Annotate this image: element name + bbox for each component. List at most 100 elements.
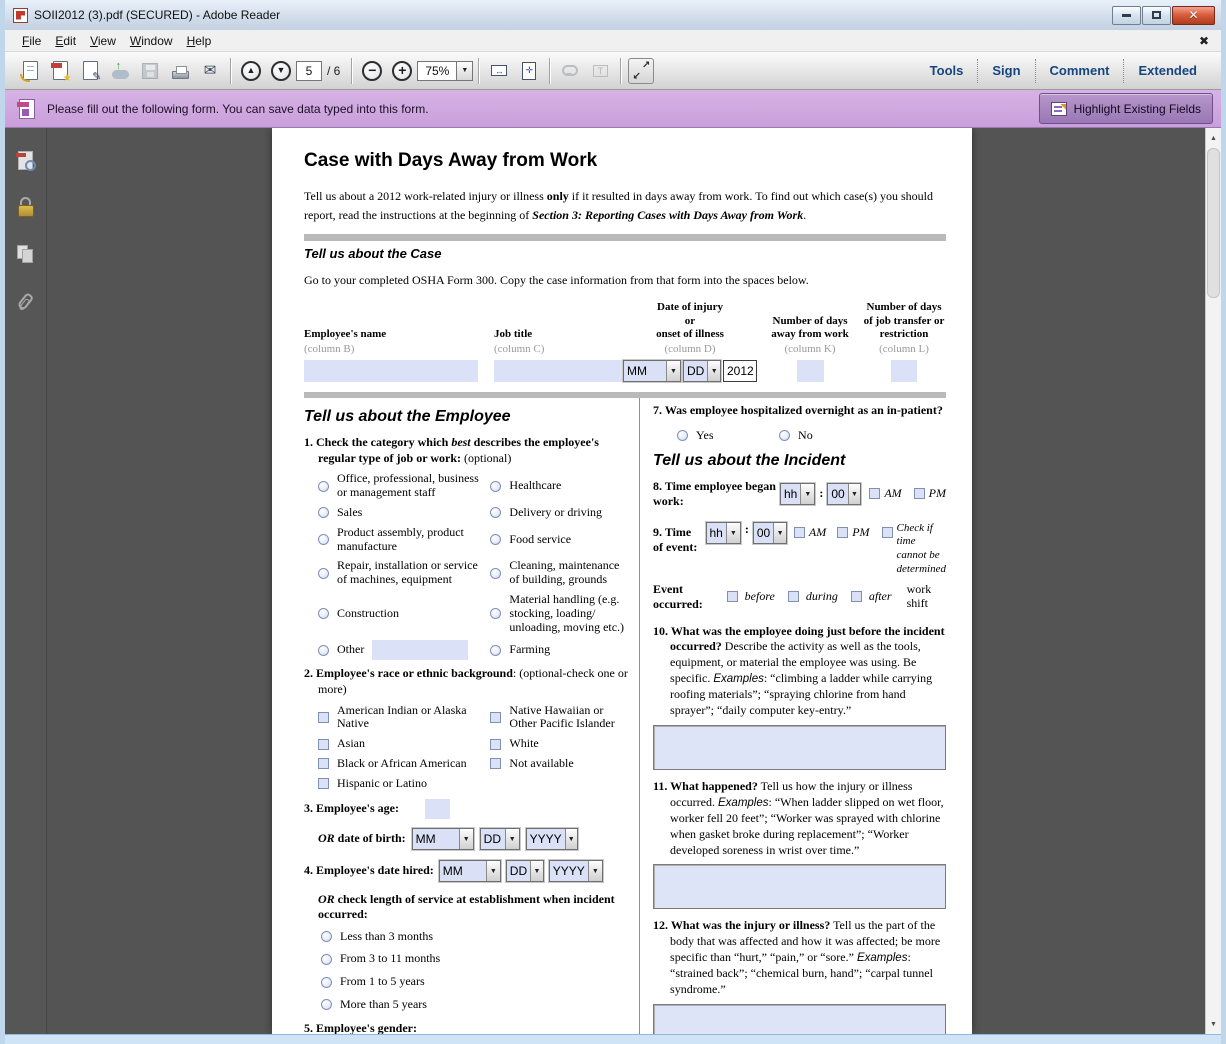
page-number-input[interactable]: 5 bbox=[296, 61, 322, 81]
radio-less-3-months[interactable] bbox=[321, 931, 332, 942]
checkbox-time-undetermined[interactable] bbox=[882, 527, 893, 538]
menu-help[interactable]: Help bbox=[180, 32, 219, 50]
radio-q7-no[interactable] bbox=[779, 430, 790, 441]
scrollbar-thumb[interactable] bbox=[1207, 148, 1220, 298]
security-settings-button[interactable] bbox=[13, 195, 39, 219]
what-happened-textarea[interactable] bbox=[653, 864, 946, 909]
close-button[interactable]: ✕ bbox=[1172, 6, 1215, 25]
checkbox-white[interactable] bbox=[490, 739, 501, 750]
radio-sales[interactable] bbox=[318, 507, 329, 518]
checkbox-american-indian[interactable] bbox=[318, 712, 329, 723]
save-disk-icon bbox=[142, 63, 158, 79]
checkbox-hispanic-latino[interactable] bbox=[318, 778, 329, 789]
zoom-level-input[interactable]: 75% bbox=[417, 61, 457, 81]
checkbox-q9-am[interactable] bbox=[794, 527, 805, 538]
close-document-icon[interactable]: ✖ bbox=[1195, 34, 1213, 48]
fullscreen-button[interactable]: ↗↙ bbox=[627, 57, 655, 85]
birth-year-select[interactable]: YYYY▼ bbox=[526, 828, 578, 850]
checkbox-q9-pm[interactable] bbox=[837, 527, 848, 538]
checkbox-asian[interactable] bbox=[318, 739, 329, 750]
scroll-up-icon[interactable]: ▲ bbox=[1206, 130, 1221, 146]
highlight-existing-fields-button[interactable]: Highlight Existing Fields bbox=[1039, 93, 1213, 124]
age-field[interactable] bbox=[425, 799, 450, 819]
radio-healthcare[interactable] bbox=[490, 481, 501, 492]
tab-extended[interactable]: Extended bbox=[1124, 59, 1211, 82]
event-minute-select[interactable]: 00▼ bbox=[753, 522, 787, 544]
attachments-button[interactable] bbox=[13, 289, 39, 313]
injury-month-select[interactable]: MM▼ bbox=[623, 360, 681, 382]
began-hour-select[interactable]: hh▼ bbox=[780, 483, 815, 505]
print-button[interactable] bbox=[166, 57, 194, 85]
began-minute-select[interactable]: 00▼ bbox=[827, 483, 861, 505]
restore-button[interactable] bbox=[1142, 6, 1171, 25]
radio-cleaning-maintenance[interactable] bbox=[490, 568, 501, 579]
menu-edit[interactable]: Edit bbox=[48, 32, 83, 50]
injury-year-field[interactable]: 2012 bbox=[723, 360, 757, 382]
days-away-field[interactable] bbox=[797, 360, 824, 382]
radio-repair-installation[interactable] bbox=[318, 568, 329, 579]
scroll-down-icon[interactable]: ▼ bbox=[1206, 1016, 1221, 1032]
radio-material-handling[interactable] bbox=[490, 608, 501, 619]
checkbox-during-shift[interactable] bbox=[788, 591, 799, 602]
tab-sign[interactable]: Sign bbox=[978, 59, 1034, 82]
vertical-scrollbar[interactable]: ▲ ▼ bbox=[1205, 128, 1221, 1034]
checkbox-native-hawaiian[interactable] bbox=[490, 712, 501, 723]
zoom-out-button[interactable]: − bbox=[358, 57, 386, 85]
sign-document-button[interactable]: ✎ bbox=[76, 57, 104, 85]
hired-month-select[interactable]: MM▼ bbox=[439, 860, 501, 882]
radio-construction[interactable] bbox=[318, 608, 329, 619]
previous-page-button[interactable]: ▲ bbox=[237, 57, 265, 85]
toolbar-separator bbox=[230, 58, 231, 84]
upload-cloud-button[interactable]: ↑ bbox=[106, 57, 134, 85]
radio-farming[interactable] bbox=[490, 645, 501, 656]
radio-product-assembly[interactable] bbox=[318, 534, 329, 545]
injury-day-select[interactable]: DD▼ bbox=[683, 360, 721, 382]
save-button[interactable] bbox=[136, 57, 164, 85]
checkbox-before-shift[interactable] bbox=[727, 591, 738, 602]
incident-section-heading: Tell us about the Incident bbox=[653, 452, 946, 470]
email-button[interactable]: ✉ bbox=[196, 57, 224, 85]
menu-window[interactable]: Window bbox=[123, 32, 180, 50]
page-thumbnails-button[interactable] bbox=[13, 148, 39, 172]
text-annotation-button[interactable]: T bbox=[586, 57, 614, 85]
radio-delivery-driving[interactable] bbox=[490, 507, 501, 518]
hired-year-select[interactable]: YYYY▼ bbox=[549, 860, 603, 882]
tab-comment[interactable]: Comment bbox=[1036, 59, 1124, 82]
fit-page-button[interactable]: ✛ bbox=[515, 57, 543, 85]
menu-view[interactable]: View bbox=[83, 32, 123, 50]
chevron-down-icon: ▼ bbox=[461, 67, 468, 74]
radio-1-5-years[interactable] bbox=[321, 977, 332, 988]
checkbox-black-african-american[interactable] bbox=[318, 758, 329, 769]
checkbox-not-available[interactable] bbox=[490, 758, 501, 769]
radio-more-5-years[interactable] bbox=[321, 999, 332, 1010]
pages-panel-button[interactable] bbox=[13, 242, 39, 266]
create-pdf-button[interactable]: ★ bbox=[46, 57, 74, 85]
zoom-dropdown-button[interactable]: ▼ bbox=[457, 61, 473, 81]
zoom-in-button[interactable]: + bbox=[388, 57, 416, 85]
birth-month-select[interactable]: MM▼ bbox=[412, 828, 474, 850]
radio-other-job[interactable] bbox=[318, 645, 329, 656]
incident-activity-textarea[interactable] bbox=[653, 725, 946, 770]
radio-3-11-months[interactable] bbox=[321, 954, 332, 965]
chevron-down-icon: ▼ bbox=[848, 484, 861, 504]
checkbox-q8-am[interactable] bbox=[869, 488, 880, 499]
employee-name-field[interactable] bbox=[304, 360, 478, 382]
minimize-button[interactable] bbox=[1112, 6, 1141, 25]
days-restriction-field[interactable] bbox=[891, 360, 917, 382]
radio-q7-yes[interactable] bbox=[677, 430, 688, 441]
radio-food-service[interactable] bbox=[490, 534, 501, 545]
next-page-button[interactable]: ▼ bbox=[267, 57, 295, 85]
comment-bubble-button[interactable] bbox=[556, 57, 584, 85]
fit-width-button[interactable]: ↔ bbox=[485, 57, 513, 85]
other-job-field[interactable] bbox=[372, 640, 468, 660]
menu-file[interactable]: File bbox=[15, 32, 48, 50]
hired-day-select[interactable]: DD▼ bbox=[506, 860, 544, 882]
checkbox-q8-pm[interactable] bbox=[914, 488, 925, 499]
event-hour-select[interactable]: hh▼ bbox=[706, 522, 741, 544]
checkbox-after-shift[interactable] bbox=[851, 591, 862, 602]
injury-description-textarea[interactable] bbox=[653, 1004, 946, 1034]
radio-office-staff[interactable] bbox=[318, 481, 329, 492]
open-file-button[interactable] bbox=[16, 57, 44, 85]
birth-day-select[interactable]: DD▼ bbox=[480, 828, 520, 850]
tab-tools[interactable]: Tools bbox=[916, 59, 978, 82]
